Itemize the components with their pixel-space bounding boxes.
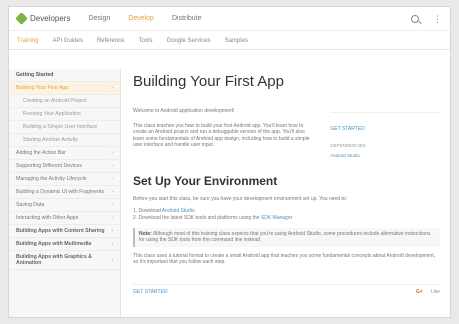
footer-row: GET STARTED G+ Like (133, 284, 440, 295)
search-icon[interactable] (411, 14, 419, 23)
env-paragraph: Before you start this class, be sure you… (133, 196, 348, 202)
tab-tools[interactable]: Tools (139, 38, 153, 44)
tab-training[interactable]: Training (17, 38, 38, 44)
sidebar-item-other-apps[interactable]: Interacting with Other Apps › (9, 212, 120, 225)
sidebar-item-first-app[interactable]: Building Your First App › (9, 82, 120, 95)
chevron-icon: › (111, 85, 113, 91)
google-plus-icon[interactable]: G+ (416, 289, 423, 295)
intro-text: Welcome to Android application developme… (133, 108, 312, 158)
chevron-icon: › (111, 189, 113, 195)
android-studio-link[interactable]: Android Studio (330, 153, 440, 158)
developers-logo[interactable]: Developers (15, 12, 71, 25)
sidebar-item-content-sharing[interactable]: Building Apps with Content Sharing › (9, 225, 120, 238)
closing-paragraph: This class uses a tutorial format to cre… (133, 252, 436, 266)
footer-get-started-link[interactable]: GET STARTED (133, 289, 167, 295)
sidebar-item-another-activity[interactable]: Starting Another Activity (9, 134, 120, 147)
chevron-icon: › (111, 241, 113, 247)
sidebar-item-lifecycle[interactable]: Managing the Activity Lifecycle › (9, 173, 120, 186)
sdk-manager-link[interactable]: SDK Manager (261, 215, 292, 221)
dependencies-label: DEPENDENCIES (330, 143, 366, 148)
chevron-icon: › (111, 163, 113, 169)
welcome-text: Welcome to Android application developme… (133, 108, 235, 114)
steps-list: 1. Download Android Studio 2. Download t… (133, 208, 440, 222)
chevron-icon: › (111, 228, 113, 234)
step-2: 2. Download the latest SDK tools and pla… (133, 214, 293, 221)
section-title: Set Up Your Environment (133, 174, 278, 188)
brand-name: Developers (30, 14, 71, 23)
sidebar: Getting Started Building Your First App ›… (9, 69, 121, 317)
intro-paragraph: This class teaches you how to build your… (133, 122, 310, 149)
chevron-icon: › (111, 215, 113, 221)
note-box: Note: Although most of this training cla… (133, 227, 440, 247)
chevron-icon: › (111, 202, 113, 208)
tab-samples[interactable]: Samples (225, 38, 248, 44)
sidebar-item-devices[interactable]: Supporting Different Devices › (9, 160, 120, 173)
nav-distribute[interactable]: Distribute (172, 15, 202, 22)
nav-develop[interactable]: Develop (128, 15, 154, 22)
more-icon[interactable]: ⋮ (433, 14, 442, 23)
get-started-link[interactable]: GET STARTED (330, 126, 364, 132)
sidebar-item-graphics[interactable]: Building Apps with Graphics & Animation › (9, 251, 120, 270)
feedback-icons: G+ Like (416, 289, 440, 295)
intro-row: Welcome to Android application developme… (133, 108, 440, 158)
sidebar-item-create-project[interactable]: Creating an Android Project (9, 95, 120, 108)
top-nav: Design Develop Distribute (88, 15, 201, 22)
top-icons: ⋮ (411, 14, 442, 23)
tab-reference[interactable]: Reference (97, 38, 125, 44)
sidebar-item-getting-started[interactable]: Getting Started (9, 69, 120, 82)
sub-nav: Training API Guides Reference Tools Goog… (9, 32, 450, 50)
sidebar-item-run-app[interactable]: Running Your Application (9, 108, 120, 121)
side-box-top: GET STARTED (330, 112, 440, 135)
sidebar-item-multimedia[interactable]: Building Apps with Multimedia › (9, 238, 120, 251)
top-bar: Developers Design Develop Distribute ⋮ (9, 7, 450, 31)
tab-api-guides[interactable]: API Guides (52, 38, 82, 44)
side-box: GET STARTED DEPENDENCIES Android Studio (330, 112, 440, 158)
sidebar-item-simple-ui[interactable]: Building a Simple User Interface (9, 121, 120, 134)
android-logo-icon (15, 12, 28, 25)
chevron-icon: › (111, 257, 113, 263)
chevron-icon: › (111, 150, 113, 156)
page-title: Building Your First App (133, 73, 284, 90)
browser-page: Developers Design Develop Distribute ⋮ T… (8, 6, 451, 318)
android-studio-download-link[interactable]: Android Studio (162, 208, 195, 214)
nav-design[interactable]: Design (88, 15, 110, 22)
tab-google-services[interactable]: Google Services (167, 38, 211, 44)
sidebar-item-fragments[interactable]: Building a Dynamic UI with Fragments › (9, 186, 120, 199)
like-icon[interactable]: Like (431, 289, 440, 295)
step-1: 1. Download Android Studio (133, 207, 195, 214)
sidebar-item-saving-data[interactable]: Saving Data › (9, 199, 120, 212)
sidebar-item-action-bar[interactable]: Adding the Action Bar › (9, 147, 120, 160)
chevron-icon: › (111, 176, 113, 182)
main-content: Building Your First App Welcome to Andro… (133, 69, 440, 317)
